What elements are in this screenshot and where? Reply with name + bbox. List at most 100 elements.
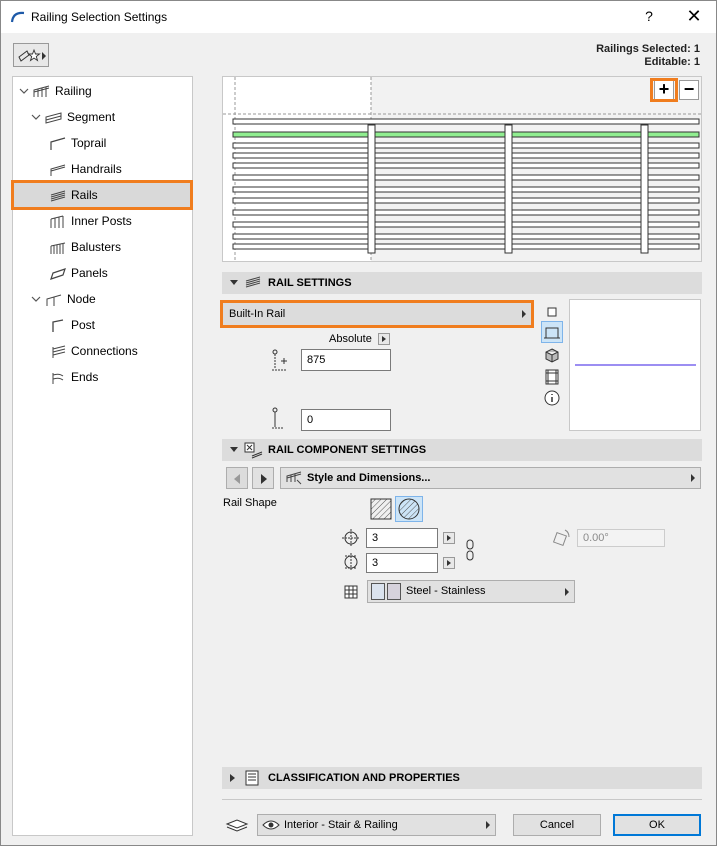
rail-height-dimension-arrow-button[interactable] (443, 557, 455, 569)
tree-item-label: Connections (71, 344, 138, 358)
rail-profile-line (575, 364, 696, 366)
rail-width-icon (342, 529, 360, 547)
railings-selected-count: Railings Selected: 1 (596, 43, 700, 55)
tree-item-connections[interactable]: Connections (49, 340, 138, 362)
tree-item-post[interactable]: Post (49, 314, 95, 336)
plan-view-icon[interactable] (543, 303, 561, 321)
rails-icon (245, 276, 261, 288)
close-button[interactable]: ✕ (685, 6, 703, 27)
elevation-mode-label: Absolute (329, 333, 372, 345)
3d-view-icon[interactable] (543, 346, 561, 364)
rectangular-shape-button[interactable] (367, 496, 395, 522)
favorites-dropdown-arrow-icon (42, 52, 46, 60)
elevation-mode-arrow-button[interactable] (378, 333, 390, 345)
tree-item-label: Panels (71, 266, 108, 280)
classification-icon (245, 770, 259, 786)
footer-separator (222, 799, 702, 800)
classification-properties-header[interactable]: CLASSIFICATION AND PROPERTIES (222, 767, 702, 789)
panel-selector-dropdown[interactable]: Style and Dimensions... (280, 467, 701, 489)
favorites-button[interactable] (13, 43, 49, 67)
title-bar: Railing Selection Settings ? ✕ (1, 1, 716, 33)
previous-panel-button[interactable] (226, 467, 248, 489)
inner-posts-icon (50, 215, 64, 228)
handrails-icon (50, 164, 66, 176)
editable-count: Editable: 1 (644, 56, 700, 68)
eye-visibility-icon (262, 820, 280, 830)
cancel-button[interactable]: Cancel (513, 814, 601, 836)
layer-icon (225, 819, 249, 832)
tree-item-label: Node (67, 292, 96, 306)
selection-info: Railings Selected: 1 Editable: 1 (596, 43, 700, 69)
tree-item-label: Ends (71, 370, 99, 384)
ok-button[interactable]: OK (613, 814, 701, 836)
layer-dropdown[interactable]: Interior - Stair & Railing (257, 814, 496, 836)
rail-component-settings-title: RAIL COMPONENT SETTINGS (268, 444, 427, 456)
rail-type-highlight-frame (220, 300, 534, 328)
tree-item-toprail[interactable]: Toprail (49, 132, 106, 154)
rail-offset-field[interactable]: 0 (301, 409, 391, 431)
tree-item-label: Toprail (71, 136, 107, 150)
rail-height-dimension-field[interactable]: 3 (366, 553, 438, 573)
railing-selection-settings-dialog: Railing Selection Settings ? ✕ Railings … (0, 0, 717, 846)
tree-item-inner-posts[interactable]: Inner Posts (49, 210, 132, 232)
connections-icon (52, 345, 66, 358)
material-swatch-icon (371, 583, 385, 600)
film-strip-icon[interactable] (543, 368, 561, 386)
previous-arrow-icon (234, 474, 240, 484)
rail-shape-label: Rail Shape (223, 497, 277, 509)
elevation-view-button[interactable] (541, 321, 563, 343)
tree-item-panels[interactable]: Panels (49, 262, 108, 284)
expand-triangle-icon (230, 774, 235, 782)
rotation-angle-icon (552, 529, 570, 547)
circular-shape-button[interactable] (395, 496, 423, 522)
next-arrow-icon (261, 474, 267, 484)
expand-chevron-icon[interactable] (31, 112, 41, 122)
favorites-star-icon (18, 48, 41, 62)
info-icon[interactable] (543, 389, 561, 407)
tree-item-label: Balusters (71, 240, 122, 254)
dropdown-arrow-icon (565, 588, 569, 596)
elevation-view-icon (544, 327, 560, 339)
style-dimensions-icon (286, 471, 302, 485)
rail-settings-title: RAIL SETTINGS (268, 277, 352, 289)
tree-item-ends[interactable]: Ends (49, 366, 98, 388)
rail-width-field[interactable]: 3 (366, 528, 438, 548)
archicad-logo-icon (10, 11, 25, 23)
classification-title: CLASSIFICATION AND PROPERTIES (268, 772, 460, 784)
chain-link-icon[interactable] (465, 538, 475, 562)
tree-item-label: Railing (55, 84, 92, 98)
help-button[interactable]: ? (641, 8, 657, 24)
rail-settings-header[interactable]: RAIL SETTINGS (222, 272, 702, 294)
tree-item-balusters[interactable]: Balusters (49, 236, 121, 258)
zoom-out-button[interactable]: − (679, 80, 699, 100)
collapse-triangle-icon (230, 447, 238, 452)
post-icon (52, 319, 64, 332)
expand-chevron-icon[interactable] (31, 294, 41, 304)
panels-icon (50, 267, 66, 280)
dropdown-arrow-icon (691, 474, 695, 482)
rail-component-settings-header[interactable]: RAIL COMPONENT SETTINGS (222, 439, 702, 461)
rail-width-arrow-button[interactable] (443, 532, 455, 544)
segment-icon (45, 112, 62, 124)
rectangular-shape-icon (370, 498, 392, 520)
railing-preview: + − (222, 76, 702, 262)
rail-offset-icon (272, 407, 283, 429)
component-settings-icon (244, 442, 263, 459)
rail-height-dimension-icon (344, 553, 358, 571)
circular-shape-icon (398, 498, 420, 520)
rotation-angle-field: 0.00° (577, 529, 665, 547)
tree-item-label: Inner Posts (71, 214, 132, 228)
tree-item-label: Post (71, 318, 96, 332)
rail-profile-preview (569, 299, 701, 431)
ends-icon (52, 372, 64, 384)
next-panel-button[interactable] (252, 467, 274, 489)
material-dropdown[interactable]: Steel - Stainless (367, 580, 575, 603)
material-icon (344, 585, 358, 599)
rail-height-field[interactable]: 875 (301, 349, 391, 371)
railing-elevation-drawing (223, 77, 701, 261)
tree-item-handrails[interactable]: Handrails (49, 158, 122, 180)
expand-chevron-icon[interactable] (19, 86, 29, 96)
dropdown-arrow-icon (486, 821, 490, 829)
rails-highlight-frame (11, 180, 193, 210)
railing-icon (33, 85, 50, 97)
